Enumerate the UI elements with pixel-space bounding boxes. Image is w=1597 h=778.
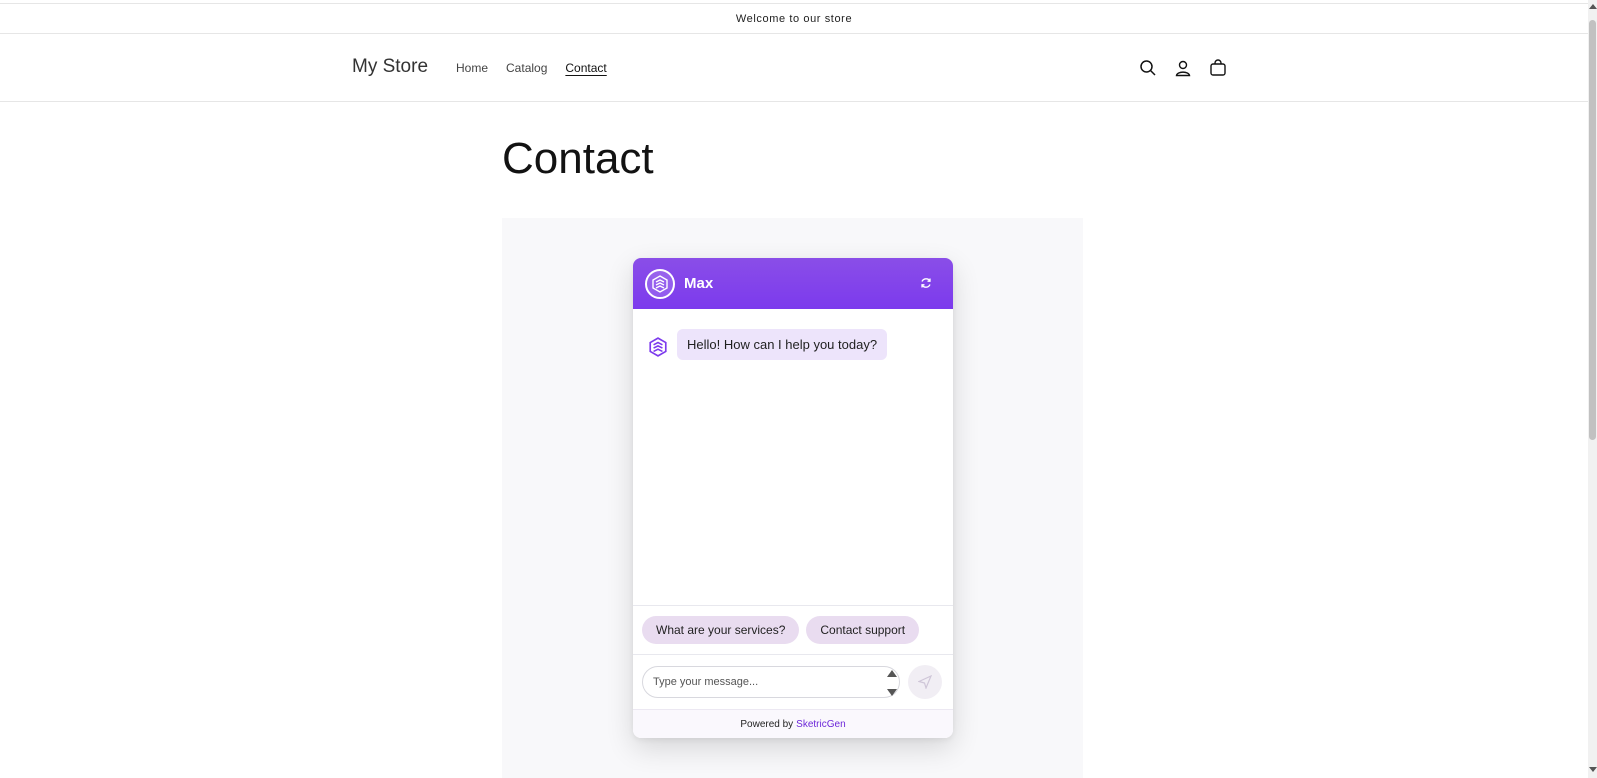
spinner-up-icon[interactable] xyxy=(887,670,897,677)
suggestion-chips: What are your services? Contact support xyxy=(633,605,953,654)
scroll-up-icon[interactable] xyxy=(1589,4,1597,9)
announcement-text: Welcome to our store xyxy=(735,12,853,25)
message-input[interactable]: Type your message... xyxy=(642,666,900,698)
chat-widget: Max Hello! How can I help you today? Wha… xyxy=(633,258,953,738)
input-spinner[interactable] xyxy=(887,670,897,696)
chat-input-area: Type your message... xyxy=(633,654,953,709)
chat-header: Max xyxy=(633,258,953,309)
footer-brand-link[interactable]: SketricGen xyxy=(796,719,845,730)
site-header: My Store Home Catalog Contact xyxy=(0,34,1588,102)
message-input-placeholder: Type your message... xyxy=(653,676,759,688)
scroll-down-icon[interactable] xyxy=(1589,767,1597,772)
header-icons xyxy=(1136,56,1230,80)
nav-contact[interactable]: Contact xyxy=(565,61,606,75)
bot-avatar-small-icon xyxy=(645,334,671,360)
main-nav: Home Catalog Contact xyxy=(456,61,607,75)
scroll-thumb[interactable] xyxy=(1589,20,1596,440)
refresh-icon[interactable] xyxy=(917,274,935,292)
send-button[interactable] xyxy=(908,665,942,699)
message-list: Hello! How can I help you today? xyxy=(633,309,953,605)
agent-name: Max xyxy=(684,275,714,292)
search-icon[interactable] xyxy=(1136,56,1160,80)
page-title: Contact xyxy=(502,134,654,183)
announcement-bar: Welcome to our store xyxy=(0,3,1588,34)
store-logo[interactable]: My Store xyxy=(352,56,428,78)
account-icon[interactable] xyxy=(1171,56,1195,80)
message-row: Hello! How can I help you today? xyxy=(645,329,888,360)
spinner-down-icon[interactable] xyxy=(887,689,897,696)
cart-icon[interactable] xyxy=(1206,56,1230,80)
bot-avatar-icon xyxy=(645,268,675,299)
nav-home[interactable]: Home xyxy=(456,61,488,75)
suggestion-contact-support[interactable]: Contact support xyxy=(806,616,920,644)
page-scrollbar[interactable] xyxy=(1588,0,1597,778)
bot-message-bubble: Hello! How can I help you today? xyxy=(677,329,888,360)
suggestion-services[interactable]: What are your services? xyxy=(642,616,800,644)
chat-footer: Powered by SketricGen xyxy=(633,709,953,738)
nav-catalog[interactable]: Catalog xyxy=(506,61,547,75)
send-icon xyxy=(918,675,932,689)
footer-prefix: Powered by xyxy=(740,718,794,730)
